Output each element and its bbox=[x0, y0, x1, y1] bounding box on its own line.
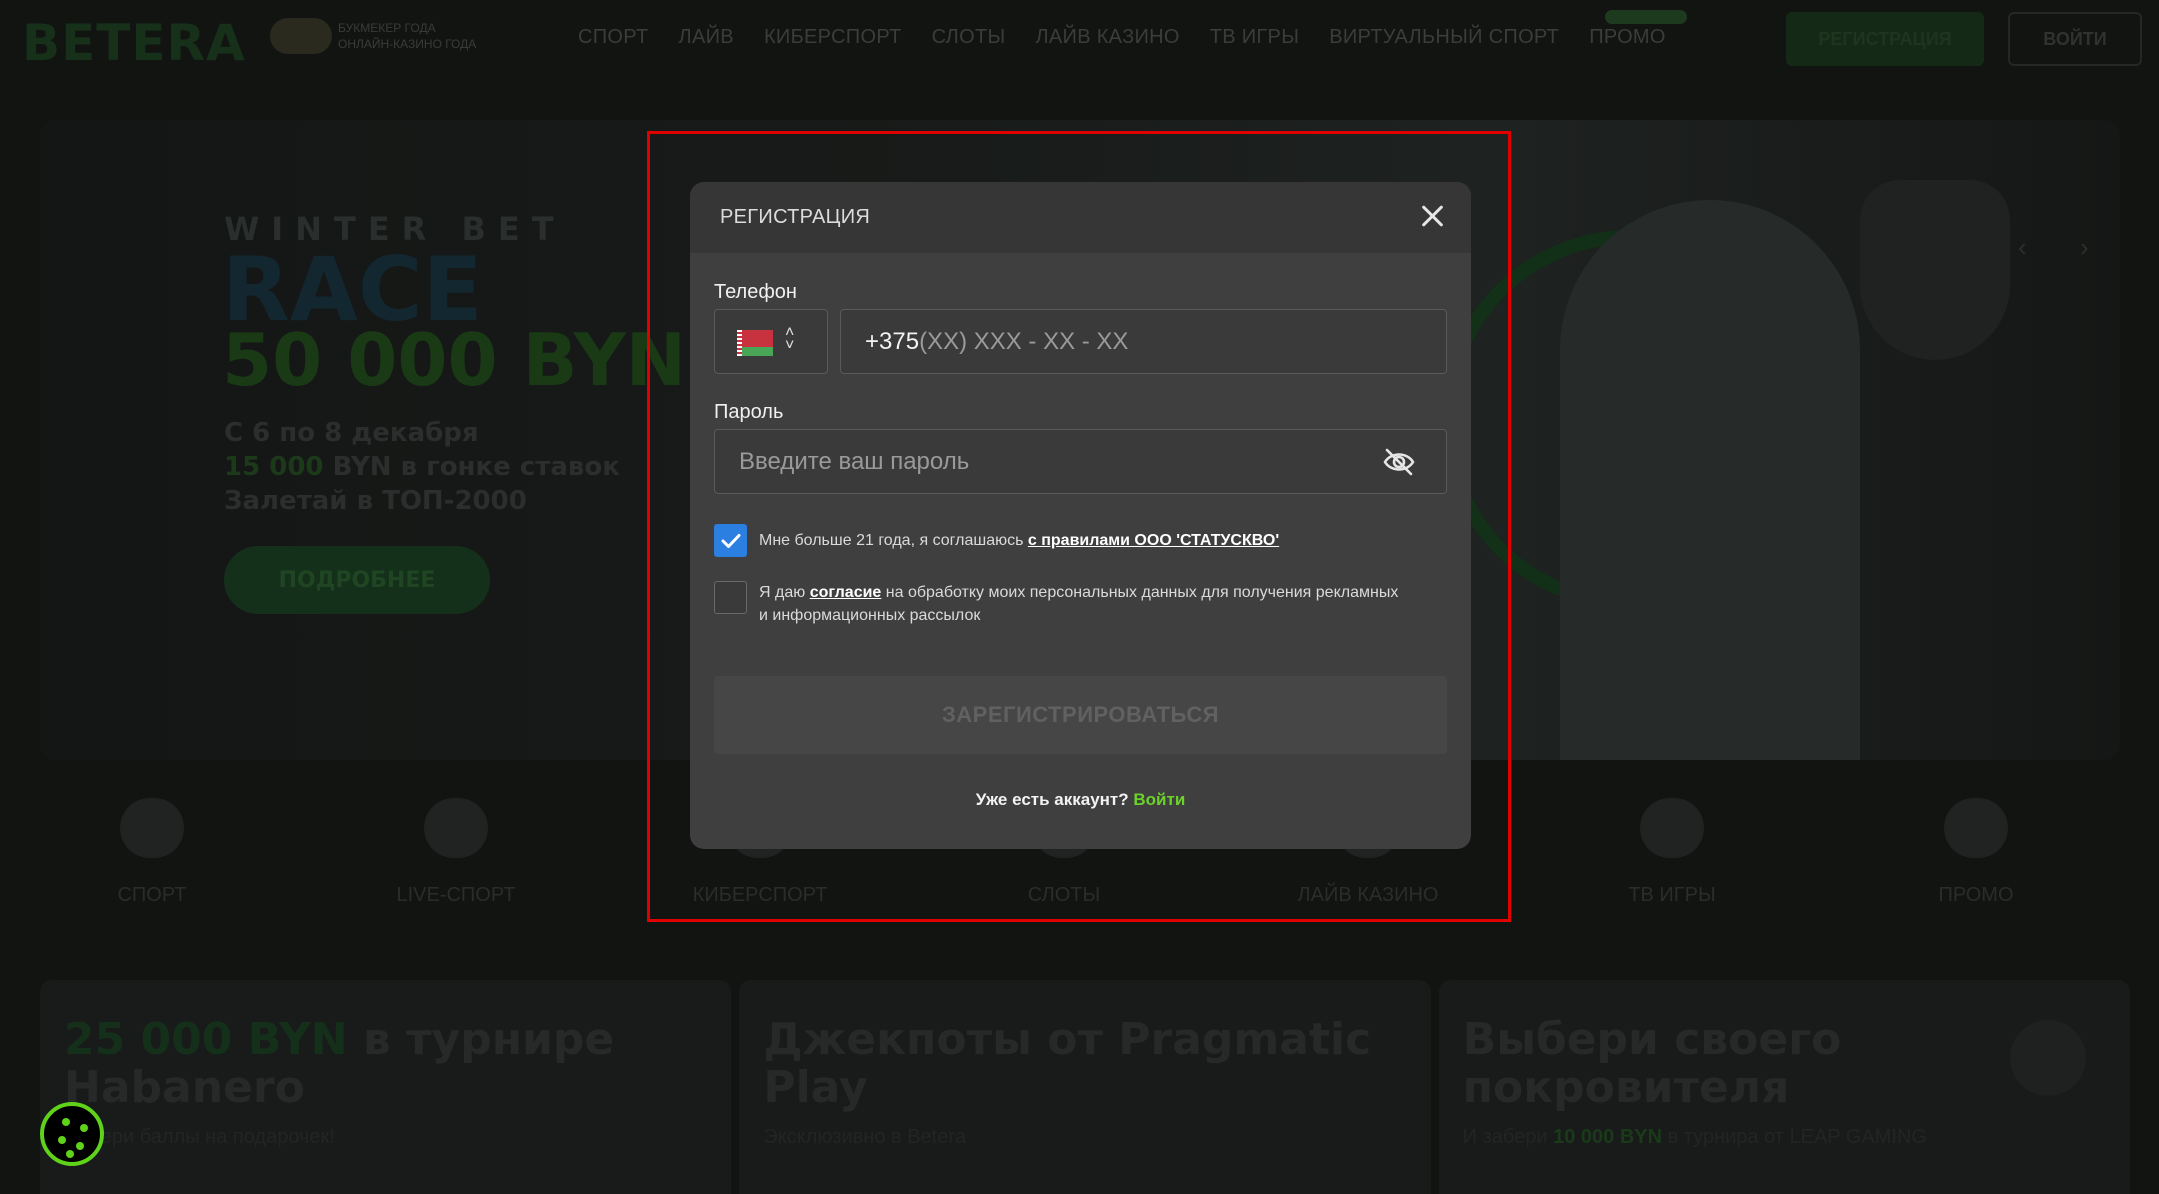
checkmark-icon bbox=[721, 533, 740, 548]
betera-logo[interactable]: BETERA bbox=[22, 14, 246, 72]
password-label: Пароль bbox=[714, 401, 784, 423]
close-icon[interactable] bbox=[1417, 200, 1449, 232]
marketing-consent-row: Я даю согласие на обработку моих персона… bbox=[714, 581, 1399, 627]
category-promo[interactable]: ПРОМО bbox=[1824, 790, 2128, 907]
tv-icon bbox=[1640, 798, 1704, 858]
promo-banners: 25 000 BYN в турнире Habanero Собери бал… bbox=[40, 980, 2130, 1194]
cookie-settings-icon[interactable] bbox=[40, 1102, 104, 1166]
nav-item-sport[interactable]: СПОРТ bbox=[578, 26, 649, 49]
phone-mask-placeholder: (XX) XXX - XX - XX bbox=[919, 327, 1129, 355]
phone-label: Телефон bbox=[714, 281, 797, 303]
hero-description: С 6 по 8 декабря 15 000 BYN в гонке став… bbox=[224, 418, 620, 516]
nav-item-live-casino[interactable]: ЛАЙВ КАЗИНО bbox=[1035, 26, 1179, 49]
phone-input[interactable]: +375 (XX) XXX - XX - XX bbox=[840, 309, 1447, 374]
nav-item-live[interactable]: ЛАЙВ bbox=[679, 26, 734, 49]
header-login-button[interactable]: ВОЙТИ bbox=[2008, 12, 2142, 66]
chevron-updown-icon: ˄ ˅ bbox=[785, 324, 795, 354]
banner-pragmatic[interactable]: Джекпоты от Pragmatic Play Эксклюзивно в… bbox=[739, 980, 1431, 1194]
banner-habanero[interactable]: 25 000 BYN в турнире Habanero Собери бал… bbox=[40, 980, 732, 1194]
password-placeholder: Введите ваш пароль bbox=[739, 447, 970, 475]
password-input[interactable]: Введите ваш пароль bbox=[714, 429, 1447, 494]
header-register-button[interactable]: РЕГИСТРАЦИЯ bbox=[1786, 12, 1984, 66]
consent-link[interactable]: согласие bbox=[810, 584, 882, 601]
award-badge-icon bbox=[270, 18, 332, 54]
site-header: BETERA БУКМЕКЕР ГОДА ОНЛАЙН-КАЗИНО ГОДА … bbox=[0, 0, 2159, 78]
award-text: БУКМЕКЕР ГОДА ОНЛАЙН-КАЗИНО ГОДА bbox=[338, 21, 477, 51]
have-account-line: Уже есть аккаунт? Войти bbox=[975, 790, 1186, 809]
nav-item-promo[interactable]: ПРОМО bbox=[1589, 26, 1666, 49]
register-submit-button[interactable]: ЗАРЕГИСТРИРОВАТЬСЯ bbox=[714, 676, 1447, 754]
hero-person-image bbox=[1560, 200, 1860, 760]
hero-amount: 50 000 BYN bbox=[222, 318, 686, 402]
registration-modal: РЕГИСТРАЦИЯ Телефон ˄ ˅ +375 (XX) XXX - XX… bbox=[690, 182, 1471, 849]
promo-new-tag bbox=[1605, 10, 1687, 24]
category-sport[interactable]: СПОРТ bbox=[0, 790, 304, 907]
nav-item-esport[interactable]: КИБЕРСПОРТ bbox=[764, 26, 902, 49]
belarus-flag-icon bbox=[737, 330, 773, 356]
live-ball-icon bbox=[424, 798, 488, 858]
login-link[interactable]: Войти bbox=[1133, 790, 1185, 809]
hero-more-button[interactable]: ПОДРОБНЕЕ bbox=[224, 546, 490, 614]
main-nav: СПОРТ ЛАЙВ КИБЕРСПОРТ СЛОТЫ ЛАЙВ КАЗИНО … bbox=[578, 26, 1666, 49]
hero-shield-image bbox=[1860, 180, 2010, 360]
category-live-sport[interactable]: LIVE-СПОРТ bbox=[304, 790, 608, 907]
phone-prefix: +375 bbox=[865, 327, 920, 355]
hero-next-arrow-icon[interactable]: › bbox=[2080, 232, 2089, 263]
soccer-ball-icon bbox=[120, 798, 184, 858]
hero-prev-arrow-icon[interactable]: ‹ bbox=[2018, 232, 2027, 263]
modal-header: РЕГИСТРАЦИЯ bbox=[690, 182, 1471, 253]
modal-title: РЕГИСТРАЦИЯ bbox=[720, 206, 871, 228]
nav-item-tv-games[interactable]: ТВ ИГРЫ bbox=[1210, 26, 1299, 49]
country-code-select[interactable]: ˄ ˅ bbox=[714, 309, 828, 374]
category-tv-games[interactable]: ТВ ИГРЫ bbox=[1520, 790, 1824, 907]
nav-item-slots[interactable]: СЛОТЫ bbox=[932, 26, 1006, 49]
age-checkbox[interactable] bbox=[714, 524, 747, 557]
megaphone-icon bbox=[1944, 798, 2008, 858]
eye-off-icon[interactable] bbox=[1382, 448, 1416, 476]
rules-link[interactable]: с правилами ООО 'СТАТУСКВО' bbox=[1028, 532, 1279, 549]
nav-item-virtual-sport[interactable]: ВИРТУАЛЬНЫЙ СПОРТ bbox=[1329, 26, 1559, 49]
consent-checkbox[interactable] bbox=[714, 581, 747, 614]
chat-icon[interactable] bbox=[2010, 1020, 2086, 1096]
age-consent-row: Мне больше 21 года, я соглашаюсь с прави… bbox=[714, 524, 1279, 557]
